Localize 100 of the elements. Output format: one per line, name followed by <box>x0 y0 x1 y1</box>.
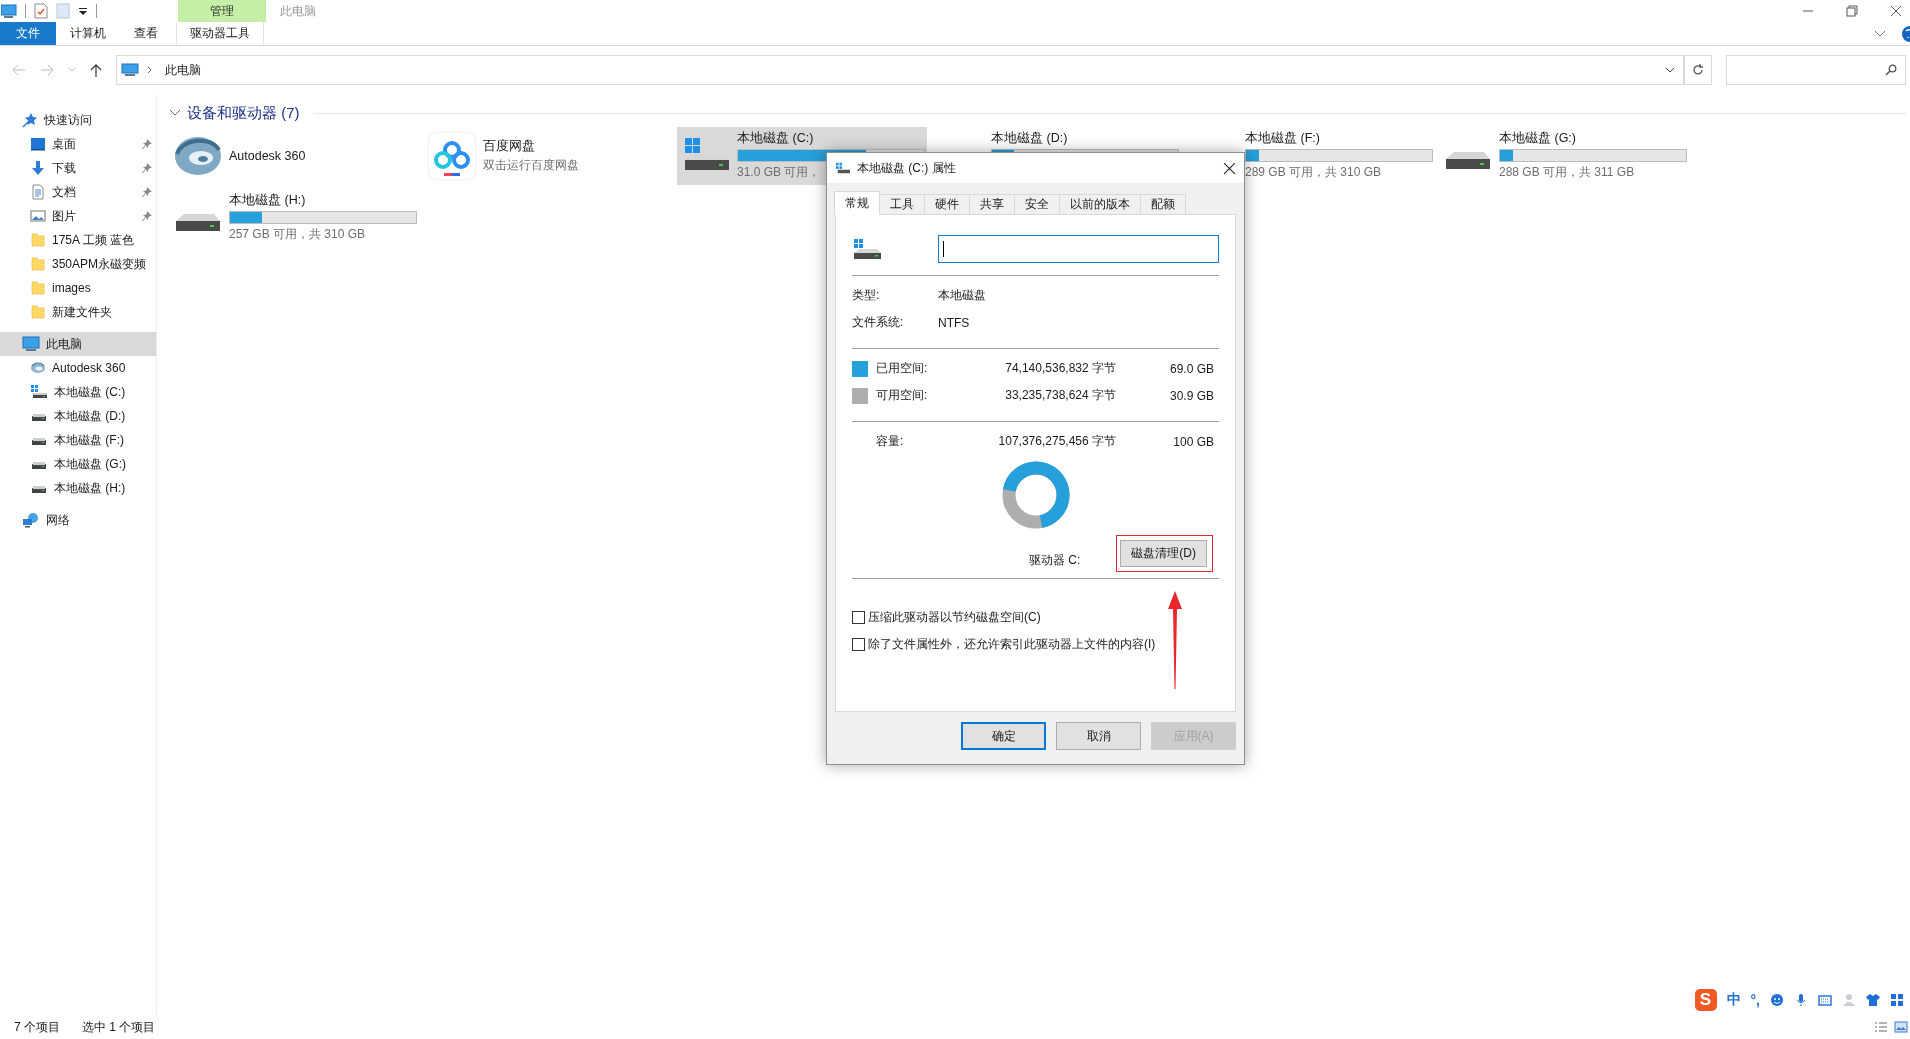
document-icon <box>30 184 46 200</box>
context-tab[interactable]: 驱动器工具 <box>176 22 264 45</box>
up-arrow-icon[interactable] <box>90 63 102 77</box>
nav-item[interactable]: 新建文件夹 <box>0 300 156 324</box>
checkbox-label[interactable]: 除了文件属性外，还允许索引此驱动器上文件的内容(I) <box>868 636 1156 653</box>
nav-item[interactable]: Autodesk 360 <box>0 356 156 380</box>
size-value: 69.0 GB <box>1168 361 1214 376</box>
windows-drive-icon <box>852 237 882 261</box>
item-name: 本地磁盘 (C:) <box>737 130 814 147</box>
language-toggle[interactable]: 中 <box>1726 991 1741 1009</box>
star-icon <box>22 112 38 128</box>
smiley-icon[interactable] <box>1770 993 1784 1007</box>
disk-cleanup-button[interactable]: 磁盘清理(D) <box>1120 540 1207 567</box>
drive-icon <box>1446 151 1490 169</box>
file-tab[interactable]: 文件 <box>0 22 56 45</box>
microphone-icon[interactable] <box>1794 993 1808 1007</box>
nav-item[interactable]: 图片 <box>0 204 156 228</box>
selection-count: 选中 1 个项目 <box>82 1018 156 1036</box>
nav-item[interactable]: 本地磁盘 (G:) <box>0 452 156 476</box>
cancel-button[interactable]: 取消 <box>1056 722 1141 750</box>
item-name: 百度网盘 <box>483 138 535 155</box>
group-heading: 设备和驱动器 (7) <box>187 103 300 123</box>
dialog-tab[interactable]: 常规 <box>834 191 880 215</box>
restore-icon[interactable] <box>1846 5 1858 17</box>
chevron-right-icon[interactable] <box>147 66 153 74</box>
window-title: 此电脑 <box>280 2 316 20</box>
app-tile[interactable]: Autodesk 360 <box>169 127 419 185</box>
swirl-icon <box>173 134 223 178</box>
nav-item[interactable]: 下载 <box>0 156 156 180</box>
item-name: 本地磁盘 (H:) <box>229 192 306 209</box>
nav-item[interactable]: 此电脑 <box>0 332 156 356</box>
pin-icon <box>142 163 152 173</box>
space-label: 容量: <box>876 433 905 450</box>
desktop-icon <box>30 136 46 152</box>
ribbon-tab[interactable]: 计算机 <box>56 22 120 45</box>
property-label: 文件系统: <box>852 314 905 331</box>
drive-name-field[interactable] <box>938 235 1219 263</box>
folder-icon <box>30 232 46 248</box>
nav-item[interactable]: 桌面 <box>0 132 156 156</box>
ok-button[interactable]: 确定 <box>961 722 1046 750</box>
shirt-icon[interactable] <box>1866 993 1880 1007</box>
grid-icon[interactable] <box>1890 993 1904 1007</box>
dialog-tab[interactable]: 配额 <box>1140 194 1186 214</box>
close-icon[interactable] <box>1890 5 1902 17</box>
space-label: 已用空间: <box>876 360 929 377</box>
nav-item[interactable]: 本地磁盘 (H:) <box>0 476 156 500</box>
drive-icon <box>176 213 220 231</box>
nav-item[interactable]: 本地磁盘 (F:) <box>0 428 156 452</box>
search-icon <box>1885 64 1897 76</box>
computer-icon[interactable] <box>1 4 17 18</box>
checkbox-label[interactable]: 压缩此驱动器以节约磁盘空间(C) <box>868 609 1041 626</box>
space-label: 可用空间: <box>876 387 929 404</box>
property-label: 类型: <box>852 287 881 304</box>
close-icon[interactable] <box>1223 161 1236 175</box>
dropdown-caret-icon[interactable] <box>78 6 88 16</box>
refresh-button[interactable] <box>1684 55 1712 85</box>
free-space-text: 31.0 GB 可用， <box>737 164 821 181</box>
windows-drive-icon <box>835 161 851 175</box>
checklist-icon[interactable] <box>34 3 48 19</box>
nav-item[interactable]: 文档 <box>0 180 156 204</box>
checkbox[interactable] <box>852 611 865 624</box>
drive-tile[interactable]: 本地磁盘 (H:) 257 GB 可用，共 310 GB <box>169 189 419 247</box>
ribbon-tab[interactable]: 查看 <box>120 22 172 45</box>
nav-item[interactable]: 快速访问 <box>0 108 156 132</box>
drive-tile[interactable]: 本地磁盘 (G:) 288 GB 可用，共 311 GB <box>1439 127 1689 185</box>
dropdown-caret-icon[interactable] <box>1665 67 1675 73</box>
windows-drive-icon <box>30 384 48 400</box>
download-arrow-icon <box>30 160 46 176</box>
checkbox[interactable] <box>852 638 865 651</box>
collapse-chevron-icon[interactable] <box>169 109 181 117</box>
search-field[interactable] <box>1726 55 1906 85</box>
pin-icon <box>142 211 152 221</box>
drive-tile[interactable]: 本地磁盘 (F:) 289 GB 可用，共 310 GB <box>1185 127 1435 185</box>
nav-item[interactable]: 本地磁盘 (D:) <box>0 404 156 428</box>
pin-icon <box>142 139 152 149</box>
item-count: 7 个项目 <box>14 1018 60 1036</box>
breadcrumb[interactable]: 此电脑 <box>161 61 201 79</box>
nav-item[interactable]: 本地磁盘 (C:) <box>0 380 156 404</box>
picture-icon <box>30 208 46 224</box>
swirl-icon <box>30 360 46 376</box>
large-icons-view-icon[interactable] <box>1894 1021 1908 1033</box>
keyboard-icon[interactable] <box>1818 993 1832 1007</box>
expand-ribbon-icon[interactable] <box>1874 29 1886 38</box>
network-icon <box>22 512 40 528</box>
app-tile[interactable]: 百度网盘 双击运行百度网盘 <box>423 127 673 185</box>
address-bar[interactable]: 此电脑 <box>116 55 1684 85</box>
nav-item[interactable]: 350APM永磁变频 <box>0 252 156 276</box>
byte-count: 74,140,536,832 字节 <box>1004 360 1116 377</box>
property-value: NTFS <box>938 315 971 330</box>
refresh-icon <box>1691 63 1705 77</box>
computer-icon <box>22 336 40 352</box>
nav-item[interactable]: 175A 工频 蓝色 <box>0 228 156 252</box>
folder-icon <box>30 280 46 296</box>
punctuation-toggle[interactable]: °, <box>1750 992 1760 1008</box>
item-name: 本地磁盘 (F:) <box>1245 130 1320 147</box>
byte-count: 33,235,738,624 字节 <box>1004 387 1116 404</box>
size-value: 30.9 GB <box>1168 388 1214 403</box>
nav-item[interactable]: 网络 <box>0 508 156 532</box>
nav-item[interactable]: images <box>0 276 156 300</box>
folder-icon <box>30 304 46 320</box>
